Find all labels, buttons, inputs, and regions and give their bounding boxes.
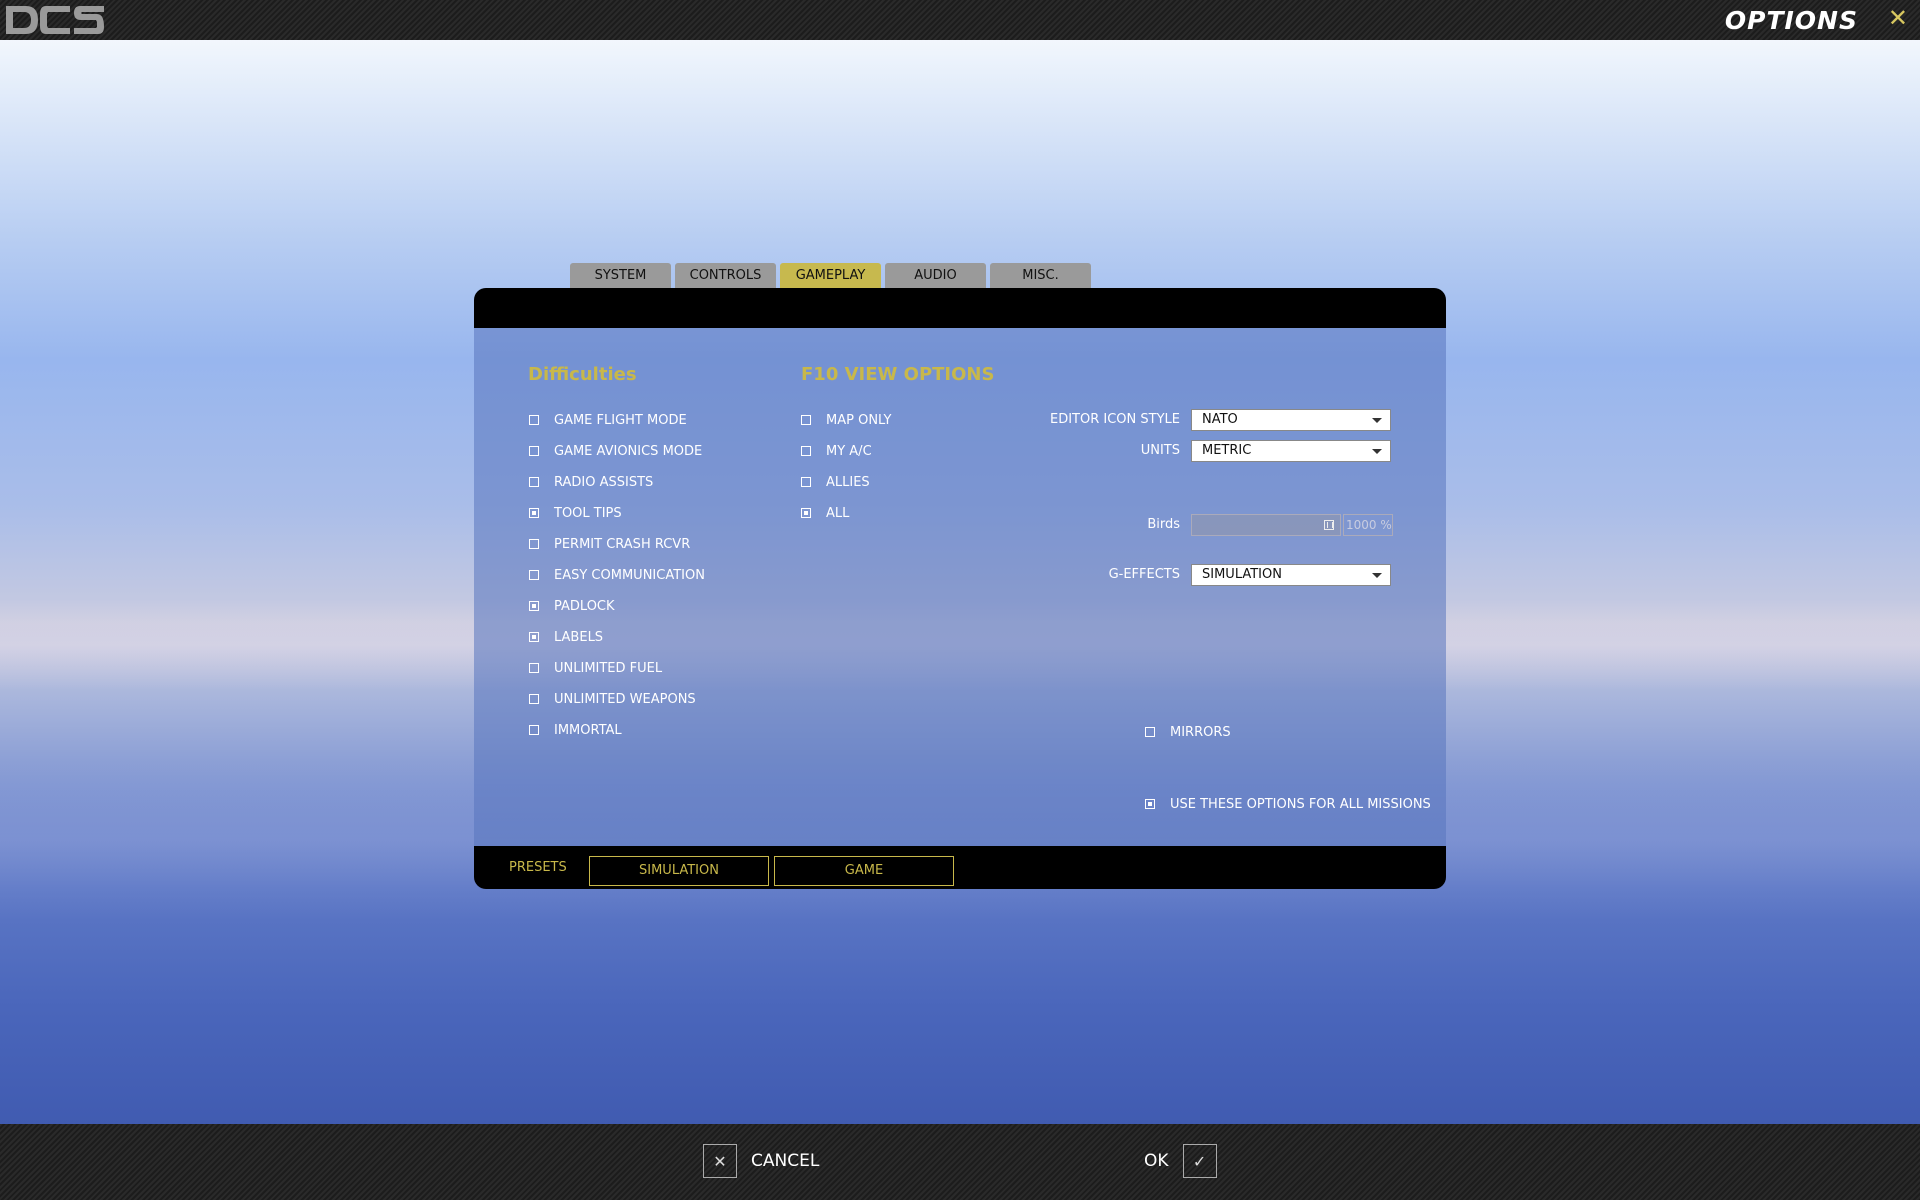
checkbox-radio-assists[interactable]: RADIO ASSISTS — [529, 472, 653, 492]
close-icon[interactable]: ✕ — [1888, 4, 1908, 32]
tab-audio[interactable]: AUDIO — [885, 263, 986, 289]
checkbox-mirrors[interactable]: MIRRORS — [1145, 722, 1231, 742]
checkbox-label: ALLIES — [826, 474, 870, 490]
checkbox-box[interactable] — [529, 725, 539, 735]
presets-bar: PRESETS SIMULATION GAME — [474, 846, 1446, 889]
checkbox-map-only[interactable]: MAP ONLY — [801, 410, 892, 430]
chevron-down-icon — [1372, 418, 1382, 423]
checkbox-box[interactable] — [1145, 799, 1155, 809]
checkbox-label: MY A/C — [826, 443, 872, 459]
checkbox-use-options-all-missions[interactable]: USE THESE OPTIONS FOR ALL MISSIONS — [1145, 794, 1431, 814]
checkbox-label: MIRRORS — [1170, 724, 1231, 740]
ok-button[interactable]: OK ✓ — [1144, 1144, 1217, 1178]
checkbox-box[interactable] — [529, 601, 539, 611]
checkbox-label: UNLIMITED WEAPONS — [554, 691, 696, 707]
checkbox-label: RADIO ASSISTS — [554, 474, 654, 490]
slider-handle-icon[interactable] — [1324, 520, 1334, 530]
preset-simulation-button[interactable]: SIMULATION — [589, 856, 769, 886]
checkbox-label: GAME FLIGHT MODE — [554, 412, 687, 428]
checkbox-box[interactable] — [529, 632, 539, 642]
cancel-label: CANCEL — [751, 1151, 820, 1171]
tab-system[interactable]: SYSTEM — [570, 263, 671, 289]
checkbox-permit-crash-rcvr[interactable]: PERMIT CRASH RCVR — [529, 534, 690, 554]
checkbox-box[interactable] — [529, 508, 539, 518]
checkbox-box[interactable] — [801, 415, 811, 425]
editor-icon-style-select[interactable]: NATO — [1191, 409, 1391, 431]
g-effects-label: G-EFFECTS — [1108, 567, 1180, 582]
checkbox-label: MAP ONLY — [826, 412, 892, 428]
top-bar: OPTIONS ✕ — [0, 0, 1920, 40]
difficulties-title: Difficulties — [528, 364, 637, 385]
checkbox-unlimited-weapons[interactable]: UNLIMITED WEAPONS — [529, 689, 696, 709]
checkbox-box[interactable] — [529, 415, 539, 425]
checkbox-label: PERMIT CRASH RCVR — [554, 536, 691, 552]
tab-misc[interactable]: MISC. — [990, 263, 1091, 289]
f10-view-options-title: F10 VIEW OPTIONS — [801, 364, 995, 385]
checkbox-box[interactable] — [529, 446, 539, 456]
bottom-bar: ✕ CANCEL OK ✓ — [0, 1124, 1920, 1200]
checkbox-all[interactable]: ALL — [801, 503, 849, 523]
checkbox-padlock[interactable]: PADLOCK — [529, 596, 615, 616]
editor-icon-style-value: NATO — [1202, 412, 1238, 427]
units-label: UNITS — [1140, 443, 1180, 458]
checkbox-label: USE THESE OPTIONS FOR ALL MISSIONS — [1170, 796, 1431, 812]
birds-label: Birds — [1147, 517, 1180, 532]
checkbox-box[interactable] — [529, 539, 539, 549]
checkbox-label: TOOL TIPS — [554, 505, 622, 521]
checkbox-game-avionics-mode[interactable]: GAME AVIONICS MODE — [529, 441, 702, 461]
checkbox-box[interactable] — [529, 694, 539, 704]
chevron-down-icon — [1372, 573, 1382, 578]
cancel-button[interactable]: ✕ CANCEL — [703, 1144, 819, 1178]
gameplay-options-panel: Difficulties GAME FLIGHT MODE GAME AVION… — [474, 288, 1446, 889]
units-select[interactable]: METRIC — [1191, 440, 1391, 462]
close-icon: ✕ — [703, 1144, 737, 1178]
editor-icon-style-label: EDITOR ICON STYLE — [1050, 412, 1180, 427]
checkbox-easy-communication[interactable]: EASY COMMUNICATION — [529, 565, 705, 585]
checkbox-game-flight-mode[interactable]: GAME FLIGHT MODE — [529, 410, 687, 430]
units-value: METRIC — [1202, 443, 1252, 458]
checkmark-icon: ✓ — [1182, 1144, 1217, 1178]
checkbox-allies[interactable]: ALLIES — [801, 472, 870, 492]
checkbox-box[interactable] — [801, 446, 811, 456]
checkbox-label: EASY COMMUNICATION — [554, 567, 705, 583]
window-title: OPTIONS — [1724, 6, 1858, 35]
checkbox-box[interactable] — [1145, 727, 1155, 737]
checkbox-box[interactable] — [529, 477, 539, 487]
checkbox-tool-tips[interactable]: TOOL TIPS — [529, 503, 622, 523]
checkbox-label: PADLOCK — [554, 598, 615, 614]
checkbox-label: ALL — [826, 505, 850, 521]
checkbox-box[interactable] — [801, 477, 811, 487]
dcs-logo — [6, 6, 104, 34]
tab-controls[interactable]: CONTROLS — [675, 263, 776, 289]
checkbox-label: GAME AVIONICS MODE — [554, 443, 703, 459]
checkbox-label: IMMORTAL — [554, 722, 622, 738]
g-effects-select[interactable]: SIMULATION — [1191, 564, 1391, 586]
checkbox-box[interactable] — [801, 508, 811, 518]
checkbox-label: LABELS — [554, 629, 604, 645]
chevron-down-icon — [1372, 449, 1382, 454]
checkbox-box[interactable] — [529, 663, 539, 673]
checkbox-label: UNLIMITED FUEL — [554, 660, 663, 676]
panel-header — [474, 288, 1446, 328]
checkbox-box[interactable] — [529, 570, 539, 580]
checkbox-unlimited-fuel[interactable]: UNLIMITED FUEL — [529, 658, 662, 678]
checkbox-labels[interactable]: LABELS — [529, 627, 603, 647]
checkbox-my-ac[interactable]: MY A/C — [801, 441, 872, 461]
birds-value: 1000 % — [1343, 514, 1393, 536]
preset-game-button[interactable]: GAME — [774, 856, 954, 886]
g-effects-value: SIMULATION — [1202, 567, 1282, 582]
birds-slider[interactable] — [1191, 514, 1341, 536]
presets-label: PRESETS — [509, 860, 567, 875]
tab-gameplay[interactable]: GAMEPLAY — [780, 263, 881, 289]
checkbox-immortal[interactable]: IMMORTAL — [529, 720, 622, 740]
ok-label: OK — [1144, 1151, 1169, 1171]
